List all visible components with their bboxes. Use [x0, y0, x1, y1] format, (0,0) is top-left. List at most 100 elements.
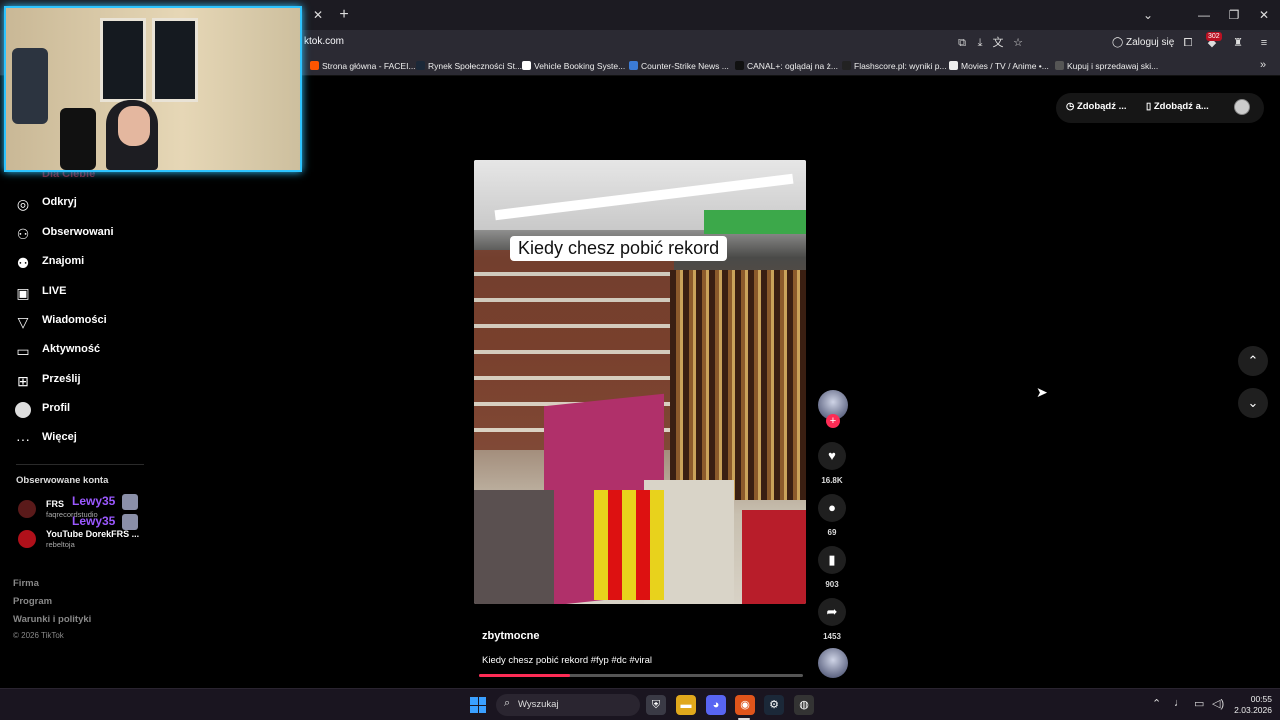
bookmark-item[interactable]: Flashscore.pl: wyniki p...	[842, 59, 947, 73]
video-progress-bar[interactable]	[479, 674, 803, 677]
sidebar-item-more[interactable]: ··· Więcej	[14, 427, 164, 451]
url-field[interactable]: ktok.com	[304, 36, 344, 47]
bookmark-item[interactable]: Kupuj i sprzedawaj ski...	[1055, 59, 1158, 73]
sidebar-divider	[16, 464, 144, 465]
download-icon[interactable]: ⤓	[972, 35, 988, 51]
taskbar-clock[interactable]: 00:55 2.03.2026	[1232, 694, 1272, 716]
stream-overlay-avatar	[122, 494, 138, 510]
extensions-icon[interactable]: ⧠	[1180, 35, 1196, 51]
extension-shield-icon[interactable]: ♜	[1230, 35, 1246, 51]
sidebar-item-explore[interactable]: ◎ Odkryj	[14, 192, 164, 216]
steam-icon[interactable]: ⚙	[764, 695, 784, 715]
mouse-cursor-icon: ➤	[1036, 384, 1048, 400]
video-description: Kiedy chesz pobić rekord #fyp #dc #viral	[482, 655, 653, 666]
bookmark-favicon-icon	[629, 61, 638, 70]
file-explorer-icon[interactable]: ▬	[676, 695, 696, 715]
discord-icon[interactable]: ◕	[706, 695, 726, 715]
footer-link-program[interactable]: Program	[13, 596, 52, 607]
tray-overflow-icon[interactable]: ⌃	[1152, 697, 1161, 710]
microphone-icon[interactable]: ♩	[1174, 697, 1185, 709]
comment-count: 69	[827, 528, 837, 537]
minimize-button[interactable]: —	[1192, 5, 1216, 25]
stream-overlay-name: Lewy35	[72, 494, 116, 508]
friends-icon: ⚉	[16, 255, 30, 271]
translate-icon[interactable]: 文	[990, 35, 1006, 51]
get-coins-button[interactable]: ◷ Zdobądź ...	[1066, 101, 1127, 112]
bookmark-item[interactable]: Strona główna - FACEI...	[310, 59, 416, 73]
maximize-button[interactable]: ❐	[1222, 5, 1246, 25]
network-icon[interactable]: ▭	[1194, 697, 1204, 710]
account-avatar	[18, 530, 36, 548]
paper-plane-icon: ▽	[17, 314, 29, 330]
person-follow-icon: ⚇	[16, 226, 30, 242]
sidebar-item-activity[interactable]: ▭ Aktywność	[14, 339, 164, 363]
footer-link-terms[interactable]: Warunki i polityki	[13, 614, 91, 625]
save-count: 903	[825, 580, 839, 589]
bookmark-favicon-icon	[1055, 61, 1064, 70]
sidebar-item-upload[interactable]: ⊞ Prześlij	[14, 369, 164, 393]
login-button[interactable]: ◯ Zaloguj się	[1112, 35, 1174, 51]
bookmark-icon: ▮	[828, 552, 836, 567]
bookmark-item[interactable]: Vehicle Booking Syste...	[522, 59, 625, 73]
sidebar-item-live[interactable]: ▣ LIVE	[14, 281, 164, 305]
bookmarks-overflow-icon[interactable]: »	[1260, 59, 1266, 71]
bookmark-favicon-icon	[842, 61, 851, 70]
coin-icon: ◷	[1066, 101, 1077, 112]
comment-button[interactable]: ●	[818, 494, 846, 522]
sidebar-item-messages[interactable]: ▽ Wiadomości	[14, 310, 164, 334]
picture-in-picture-icon[interactable]: ⧉	[954, 35, 970, 51]
menu-hamburger-icon[interactable]: ≡	[1256, 35, 1272, 51]
followed-account[interactable]: YouTube DorekFRS ... rebeltoja	[16, 527, 156, 549]
bookmark-item[interactable]: Rynek Społeczności St...	[416, 59, 522, 73]
extension-badge: 302	[1206, 32, 1222, 41]
bookmark-favicon-icon	[949, 61, 958, 70]
music-disc-avatar[interactable]	[818, 648, 848, 678]
sidebar-item-following[interactable]: ⚇ Obserwowani	[14, 222, 164, 246]
sidebar-item-profile[interactable]: Profil	[14, 398, 164, 422]
next-video-button[interactable]: ⌄	[1238, 388, 1268, 418]
bookmark-favicon-icon	[416, 61, 425, 70]
footer-link-company[interactable]: Firma	[13, 578, 39, 589]
video-progress-fill	[479, 674, 570, 677]
start-button[interactable]	[470, 697, 486, 713]
get-app-pill-group: ◷ Zdobądź ... ▯ Zdobądź a...	[1056, 93, 1264, 123]
live-tv-icon: ▣	[16, 285, 30, 301]
bookmark-item[interactable]: Counter-Strike News ...	[629, 59, 729, 73]
share-button[interactable]: ➦	[818, 598, 846, 626]
phone-icon: ▯	[1146, 101, 1154, 112]
upload-plus-icon: ⊞	[17, 373, 29, 389]
volume-icon[interactable]: ◁)	[1212, 697, 1224, 710]
video-author[interactable]: zbytmocne	[482, 630, 539, 642]
shield-app-icon[interactable]: ⛨	[646, 695, 666, 715]
activity-icon: ▭	[16, 343, 30, 359]
taskbar-search[interactable]: ⌕ Wyszukaj	[496, 694, 640, 716]
video-player[interactable]: Kiedy chesz pobić rekord	[474, 160, 806, 604]
follow-plus-icon[interactable]: +	[826, 414, 840, 428]
stream-overlay-avatar	[122, 514, 138, 530]
save-button[interactable]: ▮	[818, 546, 846, 574]
bookmark-item[interactable]: CANAL+: oglądaj na ż...	[735, 59, 838, 73]
more-dots-icon: ···	[16, 431, 30, 447]
firefox-icon[interactable]: ◉	[735, 695, 755, 715]
close-window-button[interactable]: ✕	[1252, 5, 1276, 25]
get-app-button[interactable]: ▯ Zdobądź a...	[1146, 101, 1209, 112]
windows-taskbar: ⌕ Wyszukaj ⛨ ▬ ◕ ◉ ⚙ ◍ ⌃ ♩ ▭ ◁) 00:55 2.…	[0, 688, 1280, 720]
account-icon: ◯	[1112, 37, 1126, 48]
compass-icon: ◎	[16, 196, 30, 212]
like-button[interactable]: ♥	[818, 442, 846, 470]
bookmark-item[interactable]: Movies / TV / Anime •...	[949, 59, 1049, 73]
video-caption-overlay: Kiedy chesz pobić rekord	[510, 236, 728, 261]
account-avatar	[18, 500, 36, 518]
profile-avatar	[15, 402, 31, 418]
tab-list-chevron-icon[interactable]: ⌄	[1136, 5, 1160, 25]
obs-icon[interactable]: ◍	[794, 695, 814, 715]
share-arrow-icon: ➦	[826, 604, 838, 619]
user-avatar[interactable]	[1234, 99, 1250, 115]
new-tab-button[interactable]: +	[334, 5, 354, 25]
previous-video-button[interactable]: ⌃	[1238, 346, 1268, 376]
sidebar-item-friends[interactable]: ⚉ Znajomi	[14, 251, 164, 275]
chevron-up-icon: ⌃	[1247, 353, 1259, 368]
bookmark-favicon-icon	[310, 61, 319, 70]
bookmark-star-icon[interactable]: ☆	[1010, 35, 1026, 51]
tab-close-icon[interactable]: ✕	[308, 6, 328, 24]
